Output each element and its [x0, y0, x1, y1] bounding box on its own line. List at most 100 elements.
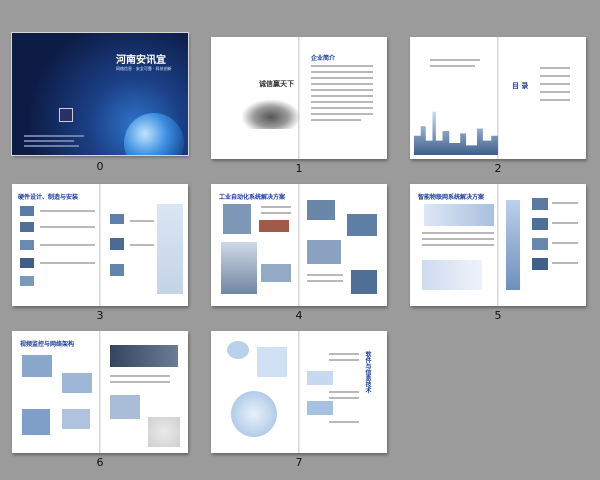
hardware-photo: [20, 206, 34, 216]
body-text-line: [311, 71, 373, 73]
text-line: [329, 359, 359, 361]
toc-title: 目 录: [512, 82, 529, 90]
network-diagram: [424, 204, 494, 226]
text-line: [430, 65, 475, 67]
horses-ink-painting: [241, 99, 301, 129]
hardware-photo: [20, 240, 34, 250]
hardware-photo: [20, 276, 34, 286]
slide-number-1: 1: [295, 162, 303, 175]
text-line: [552, 202, 578, 204]
slide-thumbnail-1[interactable]: 诚信赢天下 企业简介: [211, 37, 387, 159]
slide-thumbnail-3[interactable]: 硬件设计、制造与安装: [12, 184, 188, 306]
cloud-diagram: [227, 341, 249, 359]
text-line: [307, 280, 343, 282]
text-line: [329, 353, 359, 355]
text-line: [40, 226, 95, 228]
monitoring-screen: [110, 345, 178, 367]
text-line: [110, 375, 170, 377]
iot-photo: [532, 198, 548, 210]
logo-icon: [59, 108, 73, 122]
page-spine: [99, 331, 101, 453]
slide-number-4: 4: [295, 309, 303, 322]
slide-thumbnail-5[interactable]: 智能物联网系统解决方案: [410, 184, 586, 306]
text-line: [422, 244, 494, 246]
body-text-line: [311, 119, 361, 121]
cover-text-line: [24, 145, 79, 147]
page-spine: [298, 184, 300, 306]
industrial-photo: [261, 264, 291, 282]
body-text-line: [311, 65, 373, 67]
toc-entry: [540, 75, 570, 77]
slide-number-3: 3: [96, 309, 104, 322]
network-diagram: [62, 409, 90, 429]
slide-title: 硬件设计、制造与安装: [18, 194, 79, 201]
hardware-photo: [20, 258, 34, 268]
text-line: [110, 381, 170, 383]
body-text-line: [311, 101, 373, 103]
text-line: [552, 222, 578, 224]
industrial-photo: [307, 200, 335, 220]
slide-thumbnail-7[interactable]: 软件与信息技术: [211, 331, 387, 453]
text-line: [329, 421, 359, 423]
side-panel: [157, 204, 183, 294]
industrial-photo: [223, 204, 251, 234]
cover-text-line: [24, 140, 74, 142]
iot-photo: [532, 258, 548, 270]
network-diagram: [62, 373, 92, 393]
hardware-photo: [110, 214, 124, 224]
section-heading: 企业简介: [311, 55, 336, 62]
slide-thumbnail-0[interactable]: 河南安讯宜 网络信息 · 安全可靠 · 科技创新: [11, 32, 189, 156]
text-line: [307, 274, 343, 276]
slide-number-0: 0: [96, 160, 104, 173]
cover-subtitle: 网络信息 · 安全可靠 · 科技创新: [116, 66, 172, 71]
text-line: [40, 262, 95, 264]
software-diagram: [257, 347, 287, 377]
text-line: [552, 262, 578, 264]
slide-number-2: 2: [494, 162, 502, 175]
body-text-line: [311, 95, 373, 97]
toc-entry: [540, 99, 570, 101]
slide-number-5: 5: [494, 309, 502, 322]
city-skyline-image: [414, 111, 498, 155]
camera-diagram: [22, 355, 52, 377]
slide-thumbnail-6[interactable]: 视频监控与网络架构: [12, 331, 188, 453]
text-line: [422, 232, 494, 234]
page-spine: [99, 184, 101, 306]
text-line: [329, 391, 359, 393]
text-line: [430, 59, 480, 61]
network-diagram: [22, 409, 50, 435]
slide-title: 视频监控与网络架构: [20, 341, 75, 348]
slide-number-6: 6: [96, 456, 104, 469]
industrial-photo: [259, 220, 289, 232]
slide-title: 工业自动化系统解决方案: [219, 194, 286, 201]
iot-photo: [532, 238, 548, 250]
body-text-line: [311, 113, 373, 115]
body-text-line: [311, 83, 373, 85]
hardware-photo: [20, 222, 34, 232]
slide-thumbnail-4[interactable]: 工业自动化系统解决方案: [211, 184, 387, 306]
text-line: [422, 238, 494, 240]
text-line: [40, 210, 95, 212]
text-line: [130, 220, 154, 222]
text-line: [261, 212, 291, 214]
text-line: [552, 242, 578, 244]
industrial-photo: [351, 270, 377, 294]
text-line: [130, 244, 154, 246]
globe-graphic: [231, 391, 277, 437]
toc-entry: [540, 91, 570, 93]
slide-number-7: 7: [295, 456, 303, 469]
text-line: [40, 244, 95, 246]
page-spine: [497, 184, 499, 306]
slide-title: 软件与信息技术: [364, 351, 371, 393]
decoration: [148, 417, 180, 447]
body-text-line: [311, 77, 373, 79]
text-line: [261, 206, 291, 208]
industrial-photo: [347, 214, 377, 236]
cover-text-line: [24, 135, 84, 137]
page-spine: [298, 331, 300, 453]
slide-thumbnail-2[interactable]: 目 录: [410, 37, 586, 159]
color-bar: [506, 200, 520, 290]
software-diagram: [307, 401, 333, 415]
factory-photo: [221, 242, 257, 294]
hardware-photo: [110, 238, 124, 250]
